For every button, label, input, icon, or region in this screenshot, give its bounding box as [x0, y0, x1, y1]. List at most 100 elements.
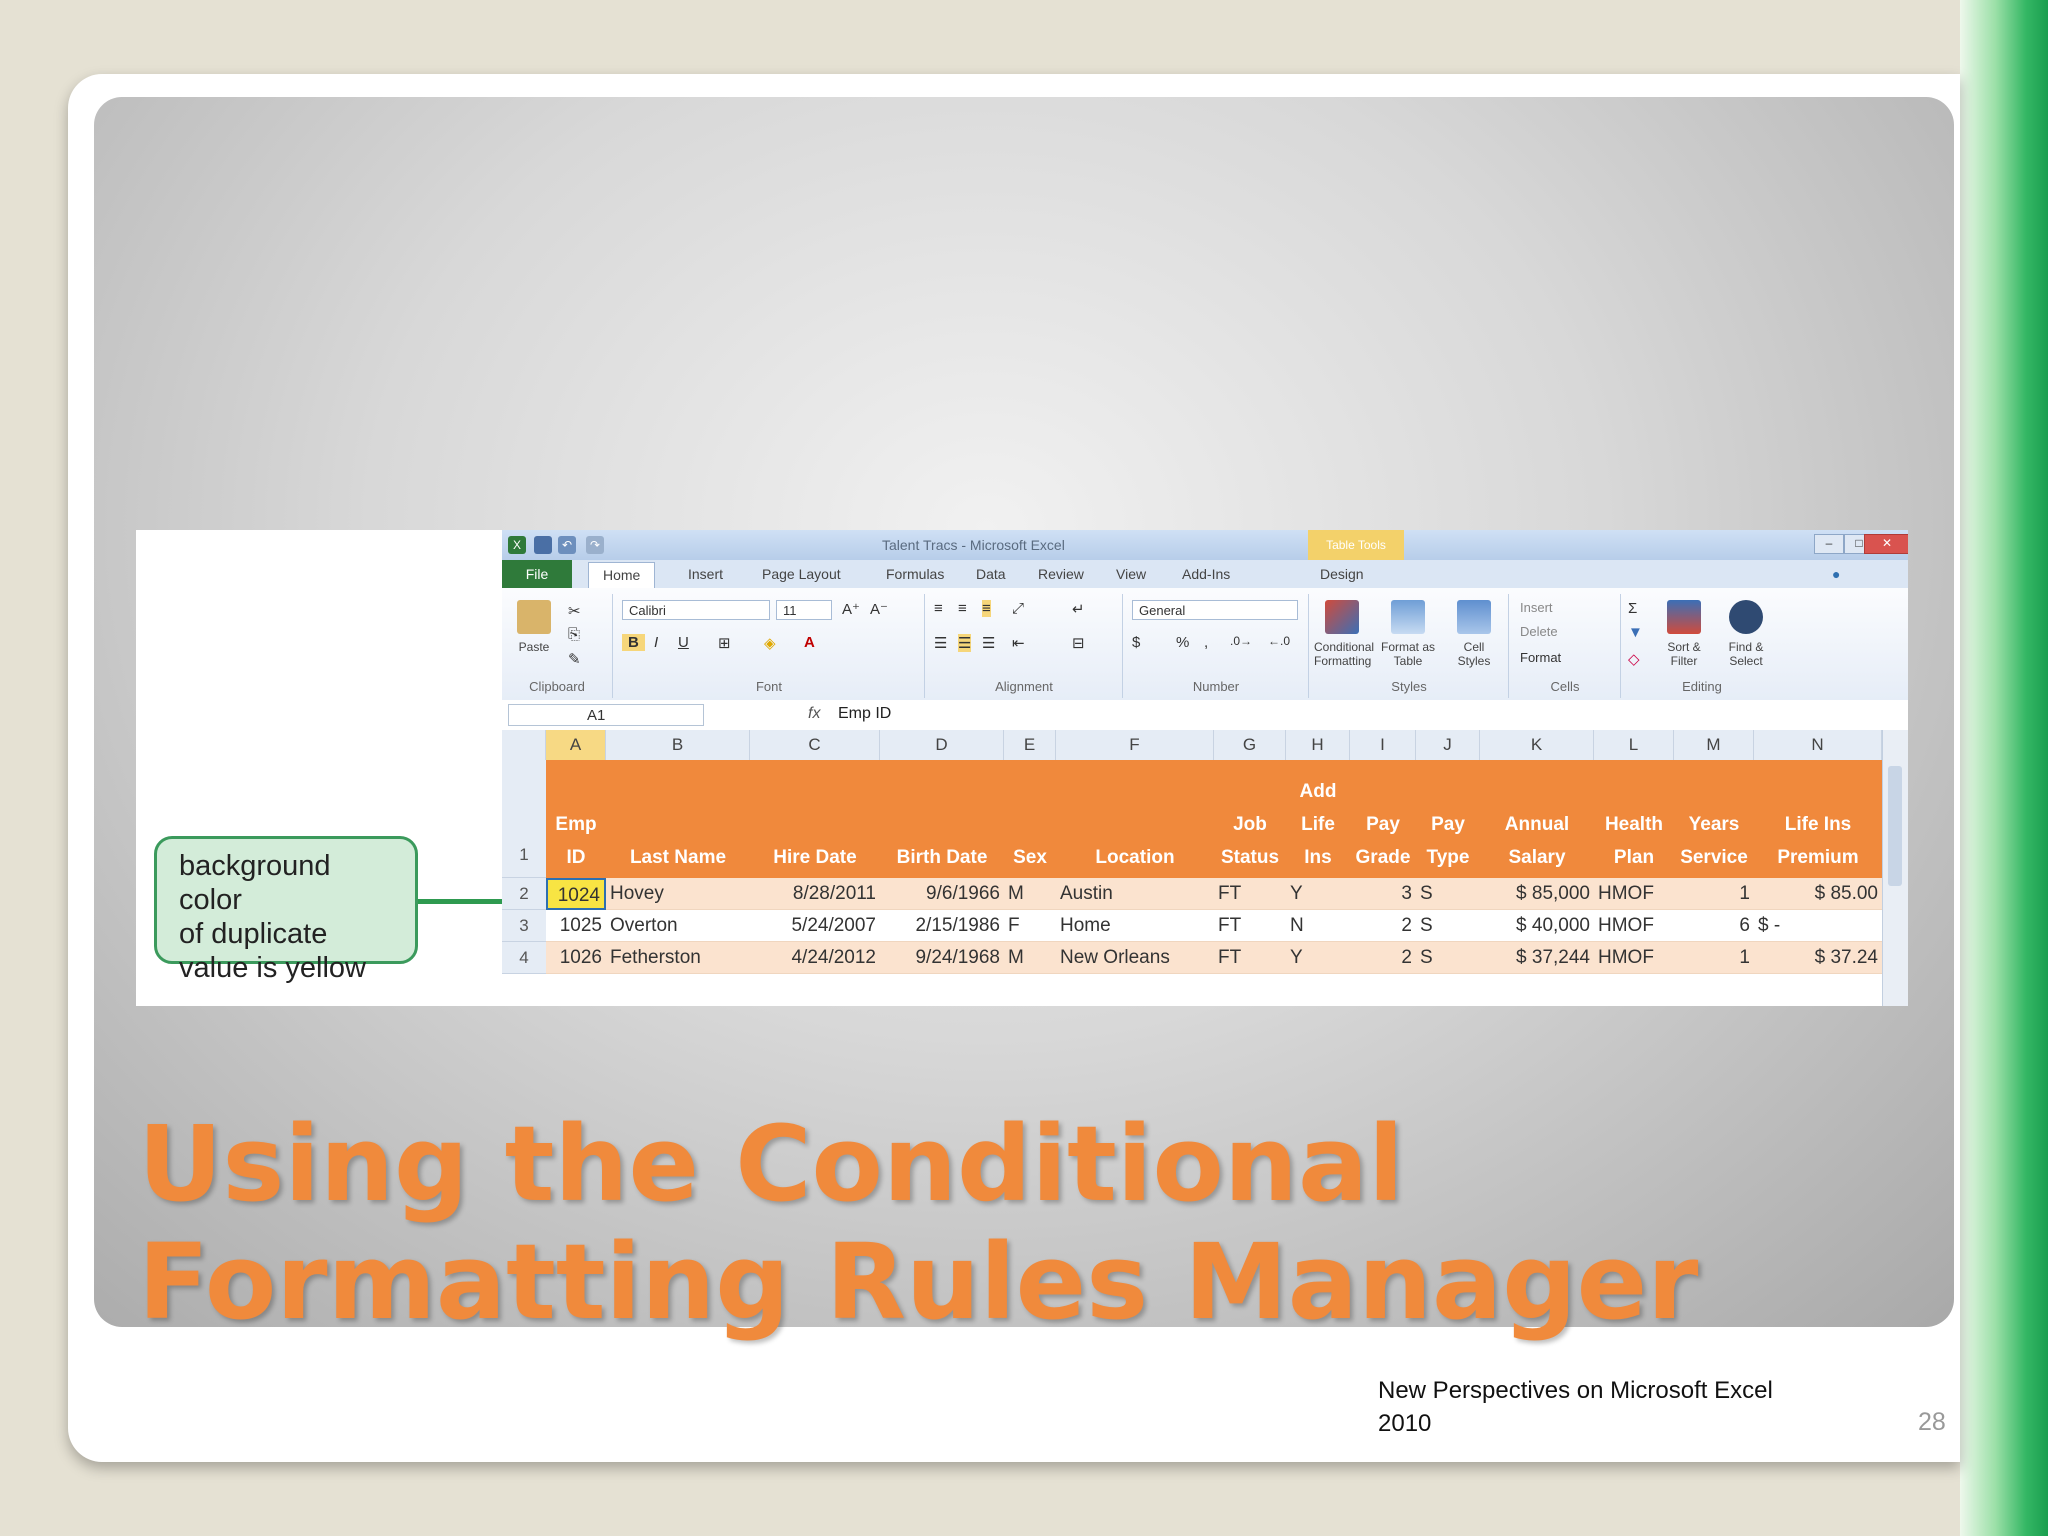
sort-filter-button[interactable]: Sort & Filter [1656, 600, 1712, 668]
column-header[interactable]: G [1214, 730, 1286, 760]
tab-design[interactable]: Design [1320, 566, 1364, 582]
column-header[interactable]: H [1286, 730, 1350, 760]
redo-icon[interactable]: ↷ [586, 536, 604, 554]
paste-button[interactable]: Paste [506, 600, 562, 654]
column-header[interactable]: M [1674, 730, 1754, 760]
indent-icon[interactable]: ⇤ [1012, 634, 1025, 652]
header-cell[interactable]: Health Plan [1594, 760, 1674, 878]
borders-icon[interactable]: ⊞ [718, 634, 731, 652]
table-cell[interactable]: S [1416, 942, 1480, 974]
header-cell[interactable]: Hire Date [750, 760, 880, 878]
table-cell[interactable]: FT [1214, 910, 1286, 942]
table-cell[interactable]: New Orleans [1056, 942, 1214, 974]
grow-font-icon[interactable]: A⁺ [842, 600, 860, 618]
scrollbar-thumb[interactable] [1888, 766, 1902, 886]
table-cell[interactable]: 1 [1674, 942, 1754, 974]
increase-decimal-icon[interactable]: .0→ [1230, 634, 1252, 648]
table-cell[interactable]: $ 40,000 [1480, 910, 1594, 942]
comma-icon[interactable]: , [1204, 634, 1208, 651]
align-top-icon[interactable]: ≡ [934, 600, 943, 617]
tab-page-layout[interactable]: Page Layout [762, 566, 841, 582]
table-cell[interactable]: $ 85,000 [1480, 878, 1594, 910]
tab-data[interactable]: Data [976, 566, 1006, 582]
column-header[interactable]: E [1004, 730, 1056, 760]
bold-button[interactable]: B [622, 634, 645, 651]
header-cell[interactable]: Location [1056, 760, 1214, 878]
currency-icon[interactable]: $ [1132, 634, 1140, 651]
decrease-decimal-icon[interactable]: ←.0 [1268, 634, 1290, 648]
table-cell[interactable]: 6 [1674, 910, 1754, 942]
table-cell[interactable]: HMOF [1594, 942, 1674, 974]
header-cell[interactable]: Emp ID [546, 760, 606, 878]
cell-styles-button[interactable]: Cell Styles [1446, 600, 1502, 668]
table-cell[interactable]: $ 85.00 [1754, 878, 1882, 910]
italic-button[interactable]: I [654, 634, 658, 651]
delete-cells-button[interactable]: Delete [1520, 624, 1558, 639]
orientation-icon[interactable]: ⤢ [1012, 600, 1024, 617]
table-cell[interactable]: Home [1056, 910, 1214, 942]
column-header[interactable]: A [546, 730, 606, 760]
number-format-select[interactable]: General [1132, 600, 1298, 620]
table-cell[interactable]: 1026 [546, 942, 606, 974]
tab-file[interactable]: File [502, 560, 572, 588]
fill-color-icon[interactable]: ◈ [764, 634, 776, 652]
wrap-text-icon[interactable]: ↵ [1072, 600, 1085, 618]
vertical-scrollbar[interactable] [1882, 730, 1908, 1006]
tab-add-ins[interactable]: Add-Ins [1182, 566, 1230, 582]
format-cells-button[interactable]: Format [1520, 650, 1561, 665]
shrink-font-icon[interactable]: A⁻ [870, 600, 888, 618]
table-cell[interactable]: S [1416, 910, 1480, 942]
column-header[interactable]: C [750, 730, 880, 760]
table-cell[interactable]: 9/6/1966 [880, 878, 1004, 910]
tab-home[interactable]: Home [588, 562, 656, 589]
cut-icon[interactable]: ✂ [568, 602, 581, 620]
table-cell[interactable]: M [1004, 878, 1056, 910]
insert-cells-button[interactable]: Insert [1520, 600, 1553, 615]
header-cell[interactable]: Life Ins Premium [1754, 760, 1882, 878]
header-cell[interactable]: Birth Date [880, 760, 1004, 878]
tab-insert[interactable]: Insert [688, 566, 723, 582]
row-header[interactable]: 3 [502, 910, 546, 942]
header-cell[interactable]: Last Name [606, 760, 750, 878]
row-header[interactable]: 1 [502, 760, 546, 878]
header-cell[interactable]: Annual Salary [1480, 760, 1594, 878]
fill-icon[interactable]: ▼ [1628, 624, 1643, 641]
table-cell[interactable]: 2 [1350, 942, 1416, 974]
table-cell[interactable]: 2/15/1986 [880, 910, 1004, 942]
header-cell[interactable]: Job Status [1214, 760, 1286, 878]
table-cell[interactable]: 1 [1674, 878, 1754, 910]
name-box[interactable]: A1 [508, 704, 704, 726]
table-cell[interactable]: S [1416, 878, 1480, 910]
column-header[interactable]: N [1754, 730, 1882, 760]
clear-icon[interactable]: ◇ [1628, 650, 1640, 668]
align-center-icon[interactable]: ☰ [958, 634, 972, 652]
table-cell[interactable]: Fetherston [606, 942, 750, 974]
table-cell[interactable]: 9/24/1968 [880, 942, 1004, 974]
format-painter-icon[interactable]: ✎ [568, 650, 581, 668]
font-size-select[interactable]: 11 [776, 600, 832, 620]
table-cell[interactable]: M [1004, 942, 1056, 974]
table-cell[interactable]: F [1004, 910, 1056, 942]
align-middle-icon[interactable]: ≡ [958, 600, 967, 617]
formula-input[interactable]: Emp ID [838, 705, 891, 723]
table-cell[interactable]: FT [1214, 878, 1286, 910]
minimize-button[interactable]: – [1814, 534, 1844, 554]
column-header[interactable]: I [1350, 730, 1416, 760]
table-cell[interactable]: 8/28/2011 [750, 878, 880, 910]
table-cell[interactable]: 3 [1350, 878, 1416, 910]
column-header[interactable]: F [1056, 730, 1214, 760]
table-cell[interactable]: 5/24/2007 [750, 910, 880, 942]
table-cell[interactable]: HMOF [1594, 878, 1674, 910]
conditional-formatting-button[interactable]: Conditional Formatting [1314, 600, 1374, 668]
merge-center-icon[interactable]: ⊟ [1072, 634, 1085, 652]
table-cell[interactable]: Austin [1056, 878, 1214, 910]
find-select-button[interactable]: Find & Select [1718, 600, 1774, 668]
column-header[interactable]: L [1594, 730, 1674, 760]
header-cell[interactable]: Add Life Ins [1286, 760, 1350, 878]
row-header[interactable]: 4 [502, 942, 546, 974]
copy-icon[interactable]: ⎘ [568, 626, 580, 643]
table-cell[interactable]: $ 37.24 [1754, 942, 1882, 974]
autosum-icon[interactable]: Σ [1628, 600, 1637, 617]
header-cell[interactable]: Sex [1004, 760, 1056, 878]
font-color-icon[interactable]: A [804, 634, 815, 651]
